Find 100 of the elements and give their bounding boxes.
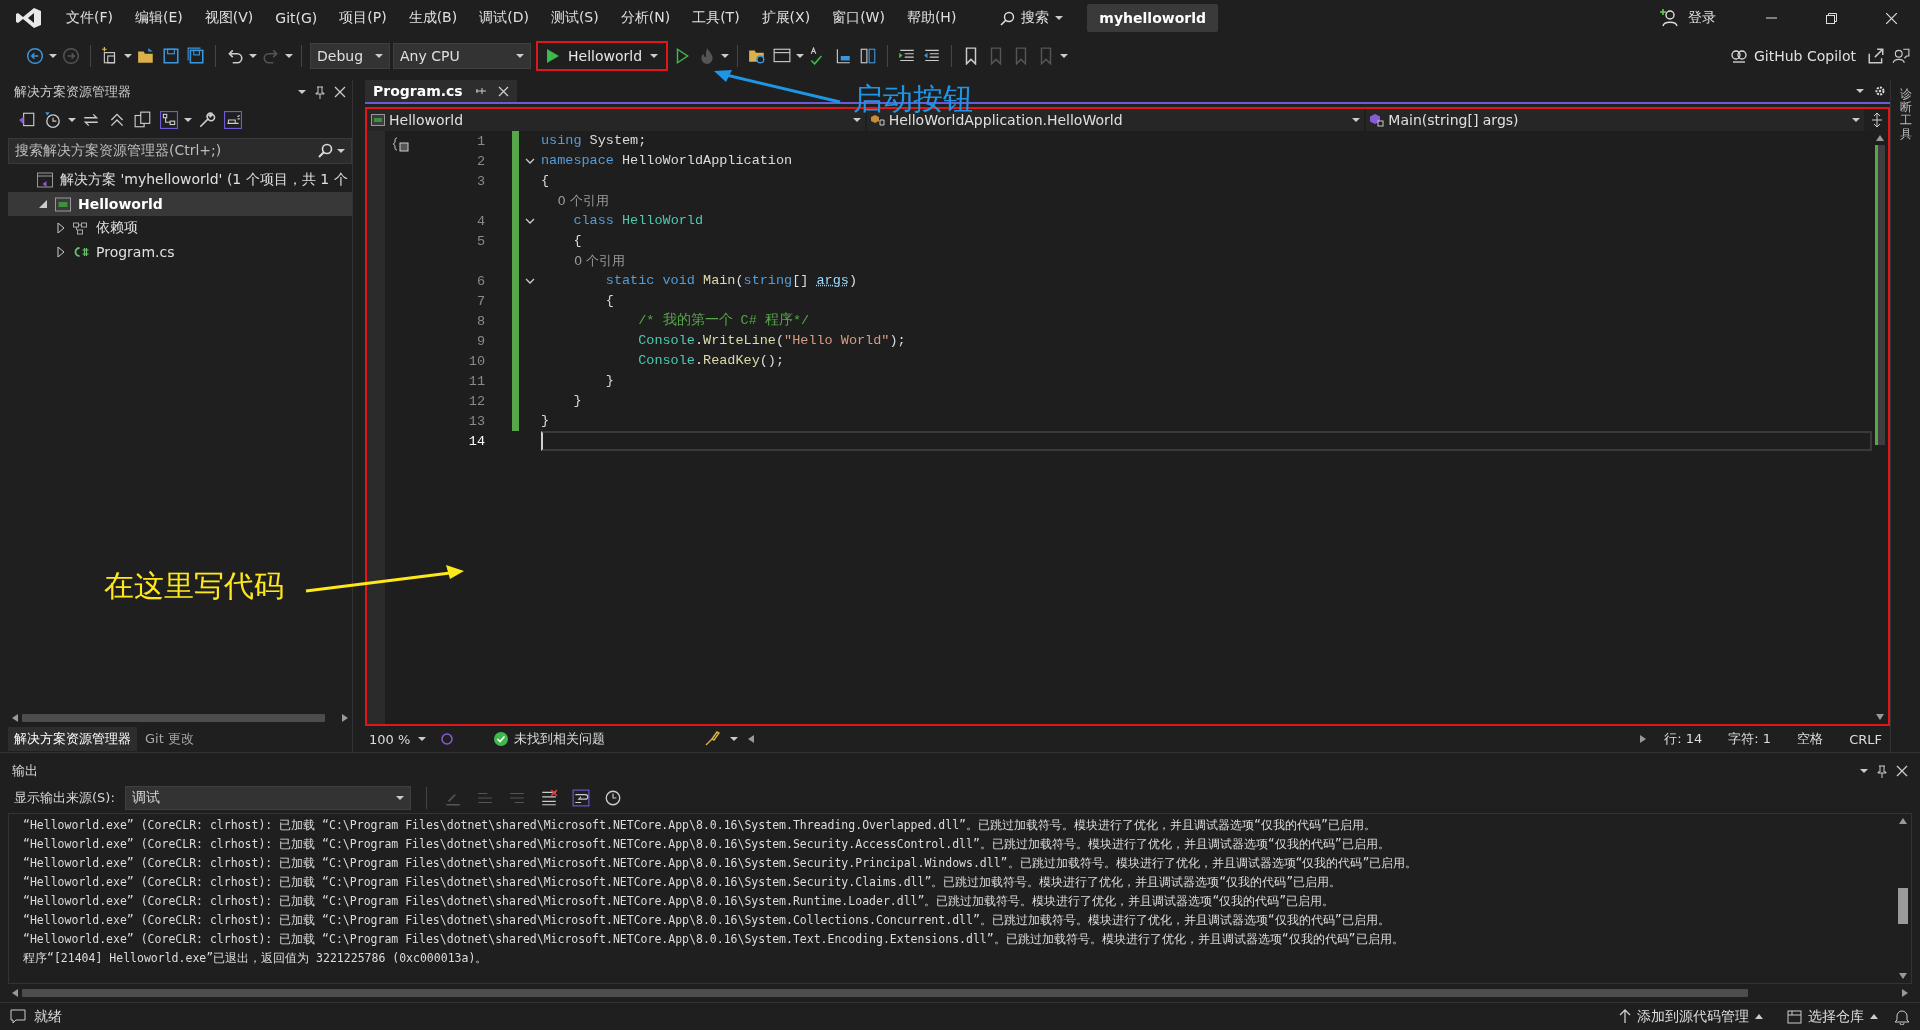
- platform-dropdown[interactable]: Any CPU: [393, 43, 531, 69]
- panel-tab[interactable]: 解决方案资源管理器: [8, 727, 137, 751]
- close-icon[interactable]: [1896, 765, 1908, 777]
- tree-item[interactable]: 依赖项: [8, 216, 352, 240]
- word-wrap-icon[interactable]: [569, 787, 592, 809]
- copilot-icon: [1729, 47, 1748, 65]
- menu-item[interactable]: 工具(T): [682, 5, 750, 31]
- app-logo-icon[interactable]: [14, 6, 42, 30]
- pin-icon: [474, 86, 486, 96]
- panel-title: 解决方案资源管理器: [14, 83, 131, 101]
- sign-in-button[interactable]: 登录: [1650, 4, 1726, 32]
- menu-item[interactable]: 帮助(H): [896, 5, 967, 31]
- method-lock-icon: [1370, 113, 1385, 127]
- reference-count[interactable]: 0 个引用: [541, 192, 609, 210]
- caret-icon[interactable]: [184, 116, 192, 124]
- search-placeholder: 搜索解决方案资源管理器(Ctrl+;): [15, 142, 222, 160]
- scroll-down-icon[interactable]: [1899, 973, 1907, 979]
- code-scope-icon[interactable]: [393, 137, 409, 153]
- source-control-button[interactable]: 添加到源代码管理: [1611, 1007, 1771, 1026]
- side-tab[interactable]: 诊断工具: [1899, 88, 1912, 141]
- caret-icon[interactable]: [337, 147, 345, 155]
- caret-icon[interactable]: [49, 52, 57, 60]
- scroll-left-icon[interactable]: [12, 714, 18, 722]
- menu-item[interactable]: Git(G): [265, 6, 328, 30]
- tree-item[interactable]: 解决方案 'myhelloworld' (1 个项目，共 1 个: [8, 168, 352, 192]
- start-button[interactable]: Helloworld: [536, 41, 669, 71]
- caret-icon[interactable]: [721, 52, 730, 60]
- scroll-left-icon[interactable]: [12, 989, 18, 997]
- whitespace-mode[interactable]: 空格: [1789, 730, 1832, 748]
- copilot-icon[interactable]: [440, 732, 455, 746]
- menu-item[interactable]: 扩展(X): [751, 5, 821, 31]
- menu-item[interactable]: 生成(B): [398, 5, 468, 31]
- scroll-left-icon[interactable]: [748, 735, 755, 743]
- scrollbar-thumb[interactable]: [22, 714, 326, 722]
- repository-button[interactable]: 选择仓库: [1779, 1007, 1886, 1026]
- tree-item[interactable]: Program.cs: [8, 240, 352, 264]
- navigation-dropdown[interactable]: Main(string[] args): [1366, 109, 1864, 131]
- caret-icon[interactable]: [1860, 767, 1868, 775]
- copilot-button[interactable]: GitHub Copilot: [1723, 45, 1862, 67]
- scrollbar-thumb[interactable]: [22, 989, 1748, 997]
- caret-icon[interactable]: [796, 52, 805, 60]
- caret-icon[interactable]: [298, 88, 306, 96]
- line-ending[interactable]: CRLF: [1841, 731, 1890, 747]
- fold-icon[interactable]: [525, 218, 535, 224]
- menu-item[interactable]: 视图(V): [194, 5, 264, 31]
- caret-up-icon: [1755, 1012, 1763, 1021]
- search-field[interactable]: 搜索解决方案资源管理器(Ctrl+;): [8, 138, 352, 164]
- caret-icon[interactable]: [68, 116, 76, 124]
- reference-count[interactable]: 0 个引用: [541, 252, 626, 270]
- caret-icon[interactable]: [249, 52, 257, 60]
- bell-icon[interactable]: [1894, 1008, 1910, 1025]
- scroll-up-icon[interactable]: [1876, 135, 1884, 141]
- tree-item[interactable]: Helloworld: [8, 192, 352, 216]
- line-number: 7: [475, 293, 485, 309]
- code-line: Console.ReadKey();: [637, 352, 786, 370]
- menu-item[interactable]: 调试(D): [469, 5, 539, 31]
- menu-item[interactable]: 窗口(W): [822, 5, 895, 31]
- menu-item[interactable]: 分析(N): [610, 5, 681, 31]
- output-source-dropdown[interactable]: 调试: [124, 786, 411, 810]
- caret-icon[interactable]: [1856, 87, 1864, 95]
- message-icon[interactable]: [10, 1008, 26, 1025]
- cursor-line[interactable]: 行: 14: [1656, 730, 1711, 748]
- fold-icon[interactable]: [525, 278, 535, 284]
- panel-tab[interactable]: Git 更改: [139, 727, 200, 751]
- scrollbar-thumb[interactable]: [1898, 888, 1908, 924]
- caret-icon[interactable]: [285, 52, 293, 60]
- fold-icon[interactable]: [525, 158, 535, 164]
- menu-item[interactable]: 测试(S): [540, 5, 609, 31]
- solution-icon: [36, 172, 54, 188]
- menu-item[interactable]: 编辑(E): [125, 5, 193, 31]
- search-button[interactable]: 搜索: [992, 5, 1072, 31]
- close-icon[interactable]: [334, 86, 346, 98]
- scroll-right-icon[interactable]: [1640, 735, 1647, 743]
- scroll-right-icon[interactable]: [342, 714, 348, 722]
- settings-icon[interactable]: [1874, 85, 1886, 97]
- document-tab[interactable]: Program.cs: [365, 80, 517, 102]
- zoom-dropdown[interactable]: 100 %: [365, 731, 431, 747]
- scroll-right-icon[interactable]: [1902, 989, 1908, 997]
- issues-status[interactable]: 未找到相关问题: [514, 730, 606, 748]
- collapsed-arrow-icon: [56, 247, 66, 257]
- caret-icon[interactable]: [1060, 52, 1069, 60]
- scrollbar-thumb[interactable]: [1875, 145, 1885, 445]
- configuration-dropdown[interactable]: Debug: [310, 43, 390, 69]
- caret-icon[interactable]: [730, 735, 739, 743]
- save-all-icon[interactable]: [185, 45, 207, 67]
- cursor-column[interactable]: 字符: 1: [1720, 730, 1780, 748]
- menu-item[interactable]: 文件(F): [56, 5, 123, 31]
- brush-icon[interactable]: [704, 731, 721, 747]
- pin-icon[interactable]: [1876, 764, 1888, 778]
- caret-icon[interactable]: [124, 52, 132, 60]
- scroll-up-icon[interactable]: [1899, 818, 1907, 824]
- back-icon[interactable]: [24, 45, 46, 67]
- save-icon[interactable]: [160, 45, 182, 67]
- scroll-down-icon[interactable]: [1876, 714, 1884, 720]
- preview-icon[interactable]: [222, 109, 244, 131]
- search-icon[interactable]: [317, 143, 333, 159]
- menu-item[interactable]: 项目(P): [329, 5, 397, 31]
- pin-icon[interactable]: [314, 85, 326, 99]
- tree-view-icon[interactable]: [158, 109, 180, 131]
- split-icon[interactable]: [1870, 113, 1884, 127]
